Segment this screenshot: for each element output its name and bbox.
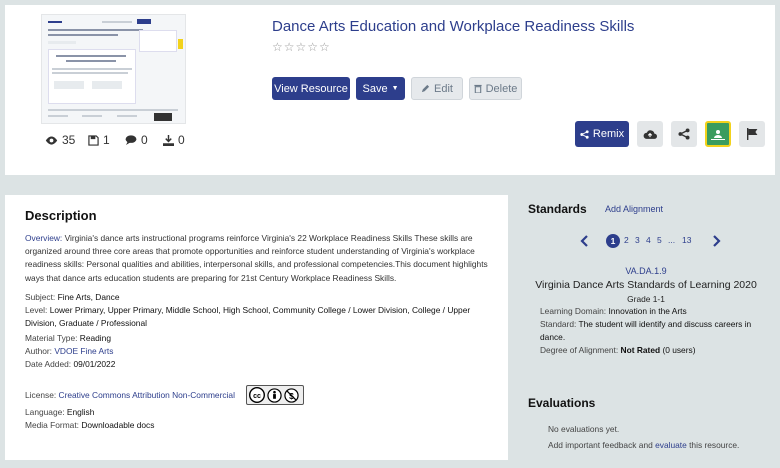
standard-code[interactable]: VA.DA.1.9: [528, 266, 764, 276]
author-link[interactable]: VDOE Fine Arts: [54, 346, 113, 356]
evaluations-heading: Evaluations: [528, 396, 596, 410]
standards-heading: Standards: [528, 202, 587, 216]
share-icon: [678, 128, 690, 140]
cc-license-badge[interactable]: cc $: [246, 385, 304, 405]
subject-row: Subject: Fine Arts, Dance: [25, 292, 120, 302]
view-resource-button[interactable]: View Resource: [272, 77, 350, 100]
attribution-icon: [267, 387, 282, 403]
eye-icon: [45, 135, 58, 145]
date-added-row: Date Added: 09/01/2022: [25, 359, 116, 369]
cloud-upload-icon: [643, 129, 657, 139]
author-row: Author: VDOE Fine Arts: [25, 346, 114, 356]
page-5[interactable]: 5: [657, 235, 662, 245]
license-row: License: Creative Commons Attribution No…: [25, 390, 235, 400]
standard-grade: Grade 1-1: [627, 294, 665, 304]
resource-title: Dance Arts Education and Workplace Readi…: [272, 18, 635, 35]
page-ellipsis: ...: [668, 235, 676, 245]
page-2[interactable]: 2: [624, 235, 629, 245]
page-current[interactable]: 1: [606, 234, 620, 248]
comment-icon: [125, 135, 137, 145]
google-classroom-button[interactable]: [705, 121, 731, 147]
caret-down-icon: ▼: [391, 85, 399, 92]
floppy-disk-icon: [88, 134, 99, 146]
cc-icon: cc: [249, 387, 265, 403]
resource-thumbnail[interactable]: [41, 14, 186, 124]
overview-text: Overview: Virginia's dance arts instruct…: [25, 233, 488, 283]
save-button[interactable]: Save ▼: [356, 77, 405, 100]
page-3[interactable]: 3: [635, 235, 640, 245]
share-nodes-icon: [580, 129, 589, 139]
degree-of-alignment-row: Degree of Alignment: Not Rated (0 users): [540, 345, 696, 355]
learning-domain-row: Learning Domain: Innovation in the Arts: [540, 306, 687, 316]
flag-icon: [746, 128, 757, 140]
delete-button[interactable]: Delete: [469, 77, 522, 100]
classroom-icon: [711, 130, 725, 140]
cloud-upload-button[interactable]: [637, 121, 663, 147]
saves-stat: 1: [88, 133, 110, 147]
no-evaluations-text: No evaluations yet.: [548, 424, 620, 434]
resource-stats: 35 1 0 0: [40, 133, 200, 147]
page-4[interactable]: 4: [646, 235, 651, 245]
edit-button[interactable]: Edit: [411, 77, 463, 100]
downloads-stat: 0: [163, 133, 185, 147]
trash-icon: [473, 84, 482, 93]
chevron-left-icon[interactable]: [580, 235, 589, 247]
description-heading: Description: [25, 208, 97, 223]
language-row: Language: English: [25, 407, 95, 417]
evaluate-link[interactable]: evaluate: [655, 440, 687, 450]
download-icon: [163, 134, 174, 146]
standard-framework: Virginia Dance Arts Standards of Learnin…: [535, 279, 757, 291]
standard-text-row: Standard: The student will identify and …: [540, 319, 752, 342]
non-commercial-icon: $: [284, 387, 299, 403]
rating-stars[interactable]: ☆☆☆☆☆: [272, 40, 331, 54]
views-stat: 35: [45, 133, 75, 147]
level-row: Level: Lower Primary, Upper Primary, Mid…: [25, 305, 471, 328]
license-link[interactable]: Creative Commons Attribution Non-Commerc…: [59, 390, 235, 400]
share-button[interactable]: [671, 121, 697, 147]
comments-stat: 0: [125, 133, 148, 147]
chevron-right-icon[interactable]: [712, 235, 721, 247]
media-format-row: Media Format: Downloadable docs: [25, 420, 155, 430]
report-flag-button[interactable]: [739, 121, 765, 147]
evaluate-prompt: Add important feedback and evaluate this…: [548, 440, 740, 450]
add-alignment-link[interactable]: Add Alignment: [605, 204, 663, 214]
page-last[interactable]: 13: [682, 235, 691, 245]
svg-text:cc: cc: [253, 393, 261, 400]
remix-button[interactable]: Remix: [575, 121, 629, 147]
material-type-row: Material Type: Reading: [25, 333, 111, 343]
pencil-icon: [421, 84, 430, 93]
